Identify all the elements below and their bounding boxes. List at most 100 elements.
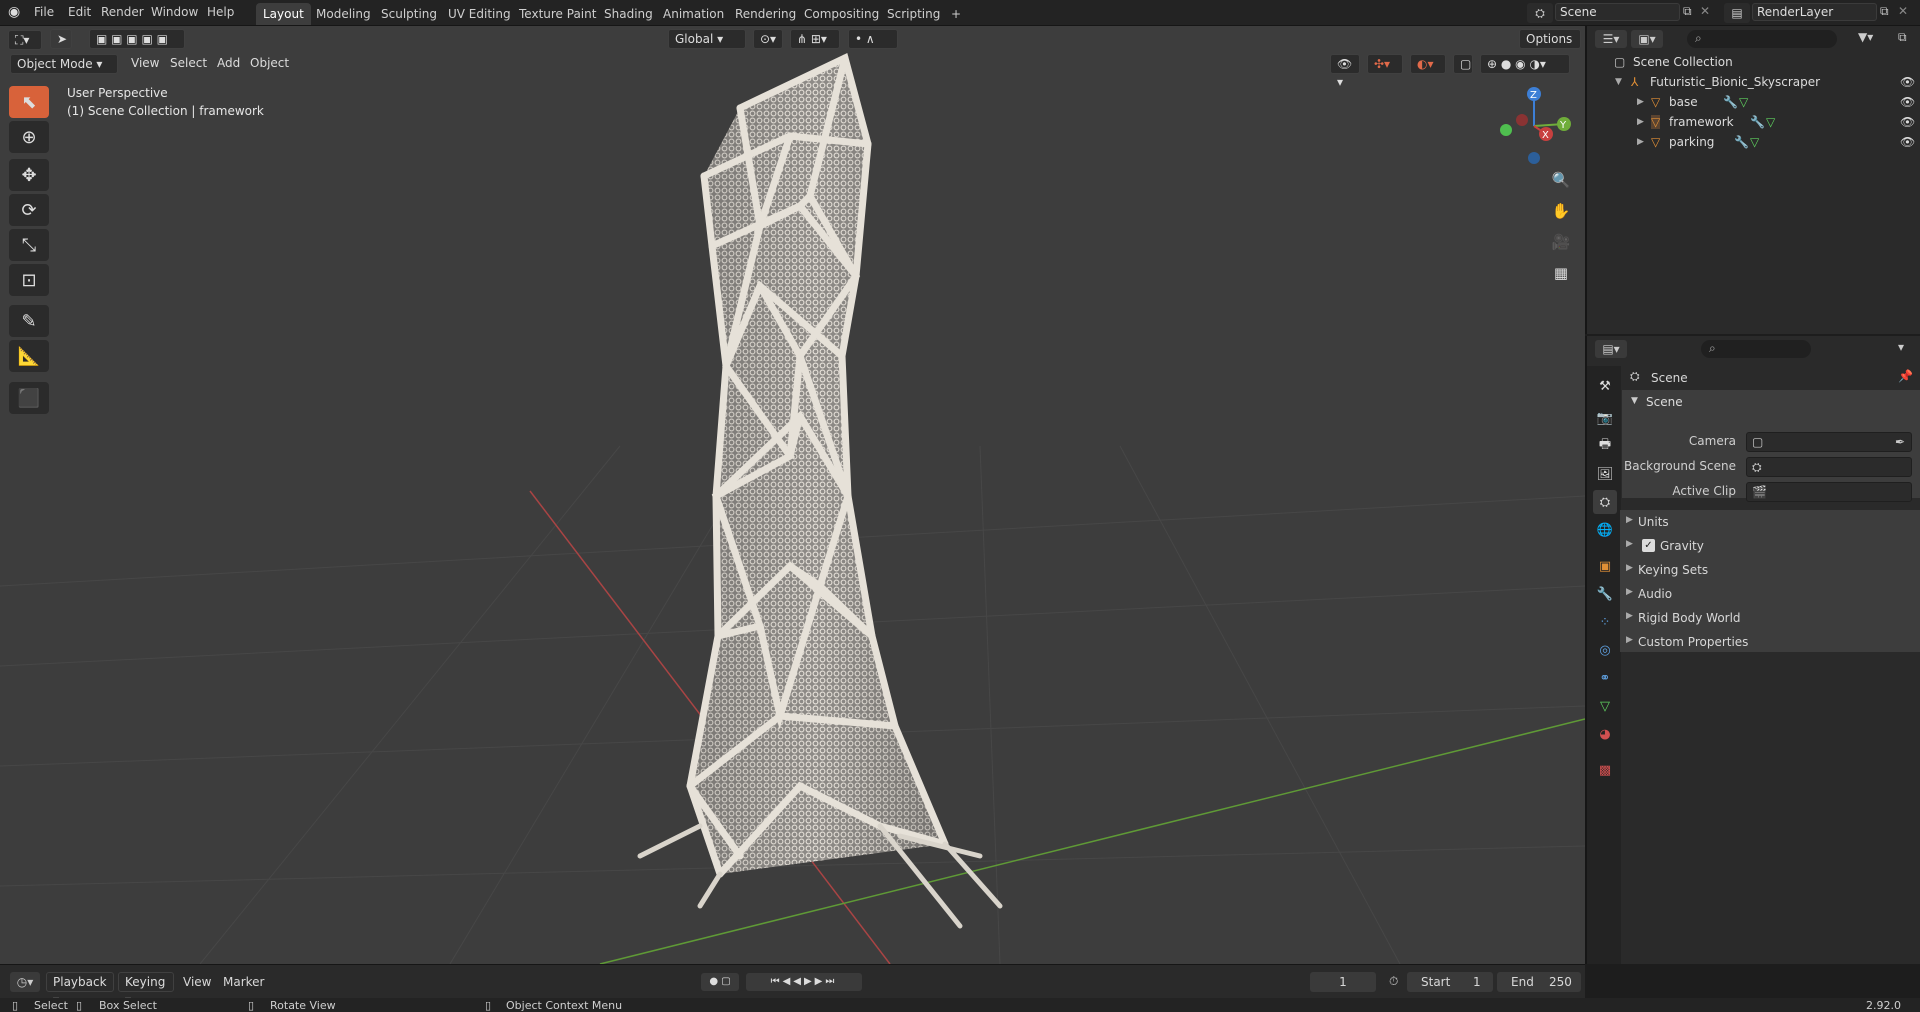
tab-uv-editing[interactable]: UV Editing: [441, 3, 518, 25]
object-mode-dropdown[interactable]: Object Mode ▾: [10, 54, 118, 74]
visibility-eye-icon[interactable]: 👁: [1900, 135, 1915, 149]
outliner-row-parking[interactable]: ▶ ▽ parking 🔧 ▽ 👁: [1587, 132, 1920, 152]
start-frame-field[interactable]: Start 1: [1407, 972, 1493, 992]
gizmo-toggle-icon[interactable]: ✣▾: [1367, 54, 1403, 74]
subpanel-custom-properties[interactable]: ▶ Custom Properties: [1620, 630, 1920, 654]
outliner-row-framework[interactable]: ▶ ▽ framework 🔧 ▽ 👁: [1587, 112, 1920, 132]
outliner-search-input[interactable]: ⌕: [1687, 30, 1837, 48]
modifier-wrench-icon[interactable]: 🔧: [1723, 95, 1738, 109]
add-workspace-button[interactable]: +: [944, 3, 968, 25]
clock-icon[interactable]: ⏱: [1389, 974, 1398, 989]
display-mode-icon[interactable]: ▣▾: [1631, 30, 1663, 48]
menu-edit[interactable]: Edit: [68, 5, 91, 19]
delete-render-layer-icon[interactable]: ✕: [1898, 4, 1908, 18]
scale-tool[interactable]: ⤡: [9, 229, 49, 261]
eyedropper-icon[interactable]: ✒: [1895, 435, 1905, 449]
new-collection-icon[interactable]: ⧉: [1898, 30, 1907, 45]
menu-file[interactable]: File: [34, 5, 54, 19]
particles-tab-icon[interactable]: ⁘: [1593, 610, 1617, 634]
pin-icon[interactable]: 📌: [1898, 369, 1913, 383]
timeline-view-menu[interactable]: View: [183, 975, 211, 989]
move-tool[interactable]: ✥: [9, 159, 49, 191]
delete-scene-icon[interactable]: ✕: [1700, 4, 1710, 18]
camera-view-icon[interactable]: 🎥: [1548, 229, 1574, 255]
pan-hand-icon[interactable]: ✋: [1548, 198, 1574, 224]
3d-viewport[interactable]: [0, 26, 1585, 964]
outliner-row-base[interactable]: ▶ ▽ base 🔧 ▽ 👁: [1587, 92, 1920, 112]
mesh-data-icon[interactable]: ▽: [1739, 95, 1748, 109]
annotate-tool[interactable]: ✎: [9, 305, 49, 337]
visibility-eye-icon[interactable]: 👁: [1900, 115, 1915, 129]
options-dropdown[interactable]: Options ▾: [1519, 29, 1581, 64]
subpanel-rigid-body-world[interactable]: ▶ Rigid Body World: [1620, 606, 1920, 630]
menu-object[interactable]: Object: [250, 56, 289, 70]
menu-render[interactable]: Render: [101, 5, 144, 19]
select-box-tool[interactable]: ⬉: [9, 86, 49, 118]
menu-help[interactable]: Help: [207, 5, 234, 19]
tab-animation[interactable]: Animation: [656, 3, 731, 25]
blender-logo-icon[interactable]: ◉: [8, 4, 20, 20]
scene-browse-icon[interactable]: ⛭: [1527, 3, 1553, 23]
mesh-data-icon[interactable]: ▽: [1766, 115, 1775, 129]
render-layer-field[interactable]: RenderLayer: [1752, 3, 1877, 21]
outliner-editor-type-icon[interactable]: ☰▾: [1595, 30, 1627, 48]
subpanel-units[interactable]: ▶ Units: [1620, 510, 1920, 534]
visibility-eye-icon[interactable]: 👁: [1900, 95, 1915, 109]
menu-view[interactable]: View: [131, 56, 159, 70]
current-frame-field[interactable]: 1: [1310, 972, 1376, 992]
subpanel-keying-sets[interactable]: ▶ Keying Sets: [1620, 558, 1920, 582]
render-tab-icon[interactable]: 📷: [1593, 406, 1617, 430]
transform-tool[interactable]: ⊡: [9, 264, 49, 296]
filter-icon[interactable]: ▼▾: [1858, 30, 1873, 44]
zoom-icon[interactable]: 🔍: [1548, 167, 1574, 193]
background-scene-field[interactable]: ⛭: [1746, 457, 1912, 477]
cursor-tool[interactable]: ⊕: [9, 121, 49, 153]
expand-down-icon[interactable]: ▼: [1615, 77, 1622, 87]
gravity-checkbox[interactable]: ✓: [1642, 539, 1655, 552]
visibility-icon[interactable]: 👁▾: [1330, 54, 1360, 89]
measure-tool[interactable]: 📐: [9, 340, 49, 372]
properties-search-input[interactable]: ⌕: [1701, 340, 1811, 358]
mesh-data-icon[interactable]: ▽: [1750, 135, 1759, 149]
outliner-row-skyscraper[interactable]: ▼ ⅄ Futuristic_Bionic_Skyscraper 👁: [1587, 72, 1920, 92]
scene-name-field[interactable]: Scene: [1555, 3, 1680, 21]
proportional-edit-icon[interactable]: • ∧: [848, 29, 898, 49]
timeline-marker-menu[interactable]: Marker: [223, 975, 264, 989]
expand-right-icon[interactable]: ▶: [1637, 137, 1644, 147]
tab-texture-paint[interactable]: Texture Paint: [512, 3, 603, 25]
tool-tab-icon[interactable]: ⚒: [1593, 374, 1617, 398]
properties-editor-type-icon[interactable]: ▤▾: [1595, 340, 1627, 358]
select-tool-icon[interactable]: ➤: [50, 29, 72, 49]
record-icon[interactable]: ● ▢: [701, 973, 739, 991]
modifier-wrench-icon[interactable]: 🔧: [1750, 115, 1765, 129]
active-clip-field[interactable]: 🎬: [1746, 482, 1912, 502]
subpanel-audio[interactable]: ▶ Audio: [1620, 582, 1920, 606]
expand-right-icon[interactable]: ▶: [1637, 97, 1644, 107]
transform-orientation-dropdown[interactable]: Global ▾: [668, 29, 746, 49]
modifier-tab-icon[interactable]: 🔧: [1593, 582, 1617, 606]
rotate-tool[interactable]: ⟳: [9, 194, 49, 226]
pivot-icon[interactable]: ⊙▾: [753, 29, 783, 49]
tab-rendering[interactable]: Rendering: [728, 3, 803, 25]
texture-tab-icon[interactable]: ▩: [1593, 758, 1617, 782]
panel-header-scene[interactable]: ▼ Scene: [1622, 390, 1920, 412]
tab-layout[interactable]: Layout: [256, 3, 311, 25]
menu-window[interactable]: Window: [151, 5, 198, 19]
navigation-gizmo[interactable]: Z Y X: [1494, 86, 1574, 166]
visibility-eye-icon[interactable]: 👁: [1900, 75, 1915, 89]
new-scene-icon[interactable]: ⧉: [1683, 4, 1692, 19]
tab-scripting[interactable]: Scripting: [880, 3, 947, 25]
add-cube-tool[interactable]: ⬛: [9, 382, 49, 414]
ortho-grid-icon[interactable]: ▦: [1548, 260, 1574, 286]
expand-right-icon[interactable]: ▶: [1637, 117, 1644, 127]
material-tab-icon[interactable]: ◕: [1593, 722, 1617, 746]
end-frame-field[interactable]: End 250: [1497, 972, 1581, 992]
properties-options-icon[interactable]: ▾: [1898, 340, 1904, 354]
overlays-toggle-icon[interactable]: ◐▾: [1410, 54, 1446, 74]
world-tab-icon[interactable]: 🌐: [1593, 518, 1617, 542]
constraints-tab-icon[interactable]: ⚭: [1593, 666, 1617, 690]
new-render-layer-icon[interactable]: ⧉: [1880, 4, 1889, 19]
camera-field[interactable]: ▢ ✒: [1746, 432, 1912, 452]
selection-mode-buttons[interactable]: ▣ ▣ ▣ ▣ ▣: [89, 29, 185, 49]
xray-toggle-icon[interactable]: ▢: [1453, 54, 1473, 74]
